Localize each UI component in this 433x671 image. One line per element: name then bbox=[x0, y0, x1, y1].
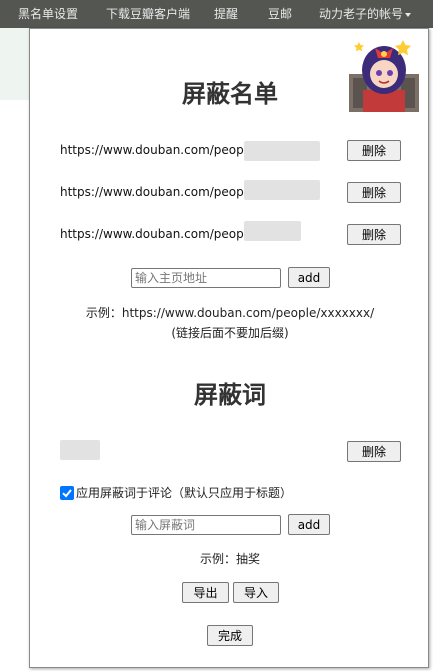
blacklist-example-note: (链接后面不要加后缀) bbox=[171, 326, 289, 340]
redacted-user-id bbox=[244, 180, 320, 200]
blocked-user-url: https://www.douban.com/people bbox=[60, 227, 255, 241]
page-background-strip bbox=[0, 28, 30, 100]
delete-user-button[interactable]: 删除 bbox=[347, 182, 401, 203]
export-button[interactable]: 导出 bbox=[182, 582, 229, 603]
user-url-input[interactable] bbox=[131, 268, 281, 288]
blacklist-example-text: 示例：https://www.douban.com/people/xxxxxxx… bbox=[85, 306, 375, 320]
blacklist-title: 屏蔽名单 bbox=[182, 80, 278, 108]
blocked-user-url: https://www.douban.com/people bbox=[60, 185, 255, 199]
redacted-keyword bbox=[60, 440, 100, 460]
chevron-down-icon bbox=[405, 12, 412, 17]
top-navigation-bar: 黑名单设置 下载豆瓣客户端 提醒 豆邮 动力老子的帐号 bbox=[0, 0, 433, 28]
keyword-input[interactable] bbox=[131, 515, 281, 535]
checkmark-icon bbox=[62, 489, 72, 498]
nav-link-blacklist-settings[interactable]: 黑名单设置 bbox=[18, 0, 78, 28]
nav-account-menu[interactable]: 动力老子的帐号 bbox=[319, 0, 412, 28]
blacklist-settings-panel: 屏蔽名单 https://www.douban.com/people 删除 ht… bbox=[29, 28, 429, 668]
blocked-user-url: https://www.douban.com/people bbox=[60, 143, 255, 157]
keyword-example-text: 示例：抽奖 bbox=[199, 552, 260, 566]
delete-user-button[interactable]: 删除 bbox=[347, 140, 401, 161]
import-button[interactable]: 导入 bbox=[233, 582, 279, 603]
add-keyword-button[interactable]: add bbox=[288, 514, 330, 535]
apply-to-comments-label[interactable]: 应用屏蔽词于评论（默认只应用于标题） bbox=[76, 484, 292, 501]
add-user-button[interactable]: add bbox=[288, 267, 330, 288]
delete-user-button[interactable]: 删除 bbox=[347, 224, 401, 245]
account-label: 动力老子的帐号 bbox=[319, 7, 404, 21]
delete-keyword-button[interactable]: 删除 bbox=[347, 441, 401, 462]
redacted-user-id bbox=[244, 221, 301, 241]
redacted-user-id bbox=[244, 141, 320, 161]
nav-link-download-client[interactable]: 下载豆瓣客户端 bbox=[106, 0, 190, 28]
nav-link-notifications[interactable]: 提醒 bbox=[214, 0, 238, 28]
apply-to-comments-checkbox[interactable] bbox=[60, 486, 74, 500]
keywords-title: 屏蔽词 bbox=[194, 381, 266, 409]
nav-link-messages[interactable]: 豆邮 bbox=[268, 0, 292, 28]
done-button[interactable]: 完成 bbox=[207, 625, 253, 646]
